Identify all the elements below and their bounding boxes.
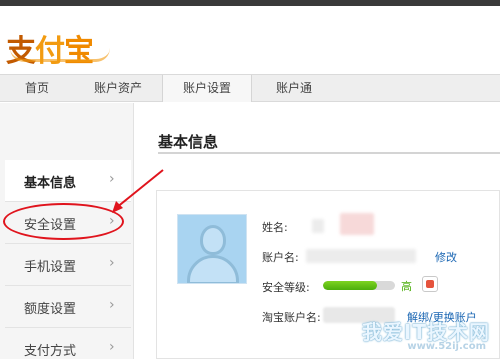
watermark: 我爱IT技术网 www.52ij.com: [333, 316, 500, 359]
annotation-arrow-icon: [112, 169, 164, 213]
watermark-url: www.52ij.com: [407, 341, 486, 352]
page: 支付宝 首页 账户资产 账户设置 账户通 基本信息 › 安全设置 › 手机设置 …: [0, 0, 500, 359]
